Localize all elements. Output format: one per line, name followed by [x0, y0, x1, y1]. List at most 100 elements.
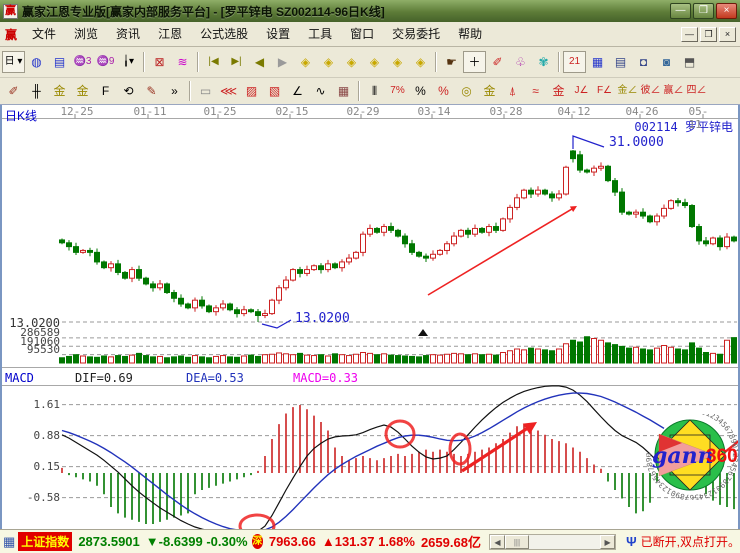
grid-tool-icon[interactable]: ▦	[332, 80, 355, 102]
document-icon: 赢	[5, 26, 17, 43]
zoom-h-diamond-icon[interactable]: ◈	[340, 51, 363, 73]
printer-icon[interactable]: ⬒	[678, 51, 701, 73]
draw-pencil-icon[interactable]: ✐	[2, 80, 25, 102]
zoom-all-diamond-icon[interactable]: ◈	[363, 51, 386, 73]
f-angle-icon[interactable]: F∠	[593, 80, 616, 102]
zoom-left-diamond-icon[interactable]: ◈	[294, 51, 317, 73]
application-window: 赢 赢家江恩专业版[赢家内部服务平台] - [罗平锌电 SZ002114-96日…	[0, 0, 740, 553]
kline-chart-canvas[interactable]	[2, 105, 738, 529]
fan-lines-icon[interactable]: ⋘	[217, 80, 240, 102]
gold-angle-icon[interactable]: 金	[547, 80, 570, 102]
color-chart-icon[interactable]: ≋	[171, 51, 194, 73]
macd-axis-label: 1.61	[2, 398, 60, 411]
si-angle-icon[interactable]: 四∠	[685, 80, 708, 102]
j-angle-icon[interactable]: J∠	[570, 80, 593, 102]
nav-first-icon[interactable]: |◀	[202, 51, 225, 73]
app-icon: 赢	[3, 4, 18, 19]
chart-area[interactable]: 日K线 002114 罗平锌电 12-2501-1101-2502-1502-2…	[0, 105, 740, 529]
box-rays-icon[interactable]: ▧	[263, 80, 286, 102]
zoom-right-diamond-icon[interactable]: ◈	[317, 51, 340, 73]
gold-circle-icon[interactable]: ◎	[455, 80, 478, 102]
wave-9-icon[interactable]: ♒9	[94, 51, 117, 73]
golden-section-icon[interactable]: 金	[48, 80, 71, 102]
notes-icon[interactable]: ▤	[609, 51, 632, 73]
maximize-button[interactable]: ❒	[693, 3, 714, 19]
macd-dif-value: DIF=0.69	[75, 371, 133, 385]
status-bar: ▦ 上证指数 2873.5901 ▼-8.6399 -0.30% 深 7963.…	[0, 529, 740, 553]
ying-angle-icon[interactable]: 赢∠	[662, 80, 685, 102]
fib-tool-icon[interactable]: F	[94, 80, 117, 102]
grid-icon[interactable]: ▦	[3, 534, 15, 550]
angle-pen-icon[interactable]: ✐	[486, 51, 509, 73]
zoom-in-diamond-icon[interactable]: ◈	[386, 51, 409, 73]
macd-pane-title[interactable]: MACD	[5, 371, 34, 385]
scrollbar-thumb[interactable]: |||	[505, 535, 529, 549]
gann360-logo-watermark: 8901234567890123456789012345678901234567…	[646, 414, 740, 500]
menu-settings[interactable]: 设置	[257, 24, 299, 44]
calendar-icon[interactable]: 21	[563, 51, 586, 73]
export-globe-icon[interactable]: ◙	[655, 51, 678, 73]
brush-grid-icon[interactable]: ✎	[140, 80, 163, 102]
box-fan-icon[interactable]: ▨	[240, 80, 263, 102]
toolbar-separator	[197, 52, 199, 72]
golden-section2-icon[interactable]: 金	[71, 80, 94, 102]
menu-gann[interactable]: 江恩	[149, 24, 191, 44]
spiral-tool-icon[interactable]: ⟲	[117, 80, 140, 102]
hand-drag-icon[interactable]: ☛	[440, 51, 463, 73]
candle-style-dropdown[interactable]: ╽▾	[117, 51, 140, 73]
bi-angle-icon[interactable]: 彼∠	[639, 80, 662, 102]
percent-line-icon[interactable]: %	[432, 80, 455, 102]
gold-angle2-icon[interactable]: 金∠	[616, 80, 639, 102]
calculator-icon[interactable]: ▦	[586, 51, 609, 73]
menu-window[interactable]: 窗口	[341, 24, 383, 44]
connection-status-text[interactable]: 已断开,双点打开。	[641, 533, 740, 550]
mdi-minimize-button[interactable]: —	[681, 27, 698, 42]
teal-tool-icon[interactable]: ✾	[532, 51, 555, 73]
channel-icon[interactable]: ≈	[524, 80, 547, 102]
shenzhen-icon[interactable]: 深	[252, 534, 263, 549]
high-price-annotation: 31.0000	[609, 135, 664, 150]
logo-360-text: 360	[706, 446, 738, 467]
percent-icon[interactable]: %	[409, 80, 432, 102]
title-bar[interactable]: 赢 赢家江恩专业版[赢家内部服务平台] - [罗平锌电 SZ002114-96日…	[0, 0, 740, 22]
menu-trade[interactable]: 交易委托	[383, 24, 449, 44]
percent7-icon[interactable]: 7%	[386, 80, 409, 102]
macd-value: MACD=0.33	[293, 371, 358, 385]
menu-browse[interactable]: 浏览	[65, 24, 107, 44]
kline-period-dropdown[interactable]: 日 ▾	[2, 51, 25, 73]
close-button[interactable]: ×	[716, 3, 737, 19]
zoom-out-diamond-icon[interactable]: ◈	[409, 51, 432, 73]
scroll-left-arrow[interactable]: ◀	[490, 535, 505, 549]
nav-prev-icon[interactable]: ◀	[248, 51, 271, 73]
network-quote-icon[interactable]: ◍	[25, 51, 48, 73]
menu-news[interactable]: 资讯	[107, 24, 149, 44]
menu-help[interactable]: 帮助	[449, 24, 491, 44]
menu-formula-stockpick[interactable]: 公式选股	[191, 24, 257, 44]
shanghai-index-label[interactable]: 上证指数	[18, 532, 72, 551]
red-grid-icon[interactable]: ⊠	[148, 51, 171, 73]
menu-tools[interactable]: 工具	[299, 24, 341, 44]
trend-angle-icon[interactable]: ∠	[286, 80, 309, 102]
shenzhen-index-change: ▲131.37 1.68%	[322, 534, 415, 549]
minimize-button[interactable]: —	[670, 3, 691, 19]
candle-brush-icon[interactable]: ⍋	[501, 80, 524, 102]
mdi-close-button[interactable]: ×	[719, 27, 736, 42]
gann-ruler-icon[interactable]: ╫	[25, 80, 48, 102]
hist-tool-icon[interactable]: ⫴	[363, 80, 386, 102]
nav-next-icon[interactable]: ▶	[271, 51, 294, 73]
purple-tool-icon[interactable]: ♧	[509, 51, 532, 73]
crosshair-icon[interactable]: ＋	[463, 51, 486, 73]
more-tools-chevron[interactable]: »	[163, 80, 186, 102]
horizontal-scrollbar[interactable]: ◀ ||| ▶	[489, 534, 616, 550]
nav-last-icon[interactable]: ▶|	[225, 51, 248, 73]
scroll-right-arrow[interactable]: ▶	[600, 535, 615, 549]
mdi-restore-button[interactable]: ❒	[700, 27, 717, 42]
x-axis-date: 04-12	[557, 105, 590, 118]
box-tool-icon[interactable]: ▭	[194, 80, 217, 102]
wave-tool-icon[interactable]: ∿	[309, 80, 332, 102]
gold-line-icon[interactable]: 金	[478, 80, 501, 102]
info-document-icon[interactable]: ▤	[48, 51, 71, 73]
menu-file[interactable]: 文件	[23, 24, 65, 44]
save-icon[interactable]: ◘	[632, 51, 655, 73]
wave-3-icon[interactable]: ♒3	[71, 51, 94, 73]
